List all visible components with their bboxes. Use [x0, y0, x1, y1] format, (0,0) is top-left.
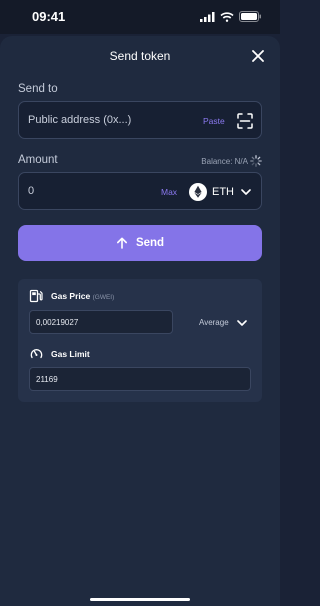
chevron-down-icon	[237, 320, 247, 326]
scan-qr-icon[interactable]	[237, 113, 253, 129]
gas-speed-selector[interactable]: Average	[199, 317, 254, 331]
speedometer-icon	[30, 349, 43, 359]
gas-limit-value: 21169	[36, 375, 58, 384]
status-icons	[200, 11, 262, 22]
balance-text: Balance: N/A	[201, 157, 248, 166]
signal-icon	[200, 11, 215, 22]
gas-price-value: 0,00219027	[36, 318, 79, 327]
send-button-label: Send	[135, 237, 165, 249]
send-button[interactable]: Send	[18, 225, 262, 261]
gas-price-label: Gas Price (GWEI)	[51, 291, 114, 301]
send-token-sheet: Send token Send to Public address (0x...…	[0, 36, 280, 606]
status-bar: 09:41	[0, 0, 280, 34]
gas-pump-icon	[29, 289, 43, 303]
sheet-title: Send token	[109, 49, 171, 63]
wifi-icon	[220, 11, 234, 22]
chevron-down-icon	[241, 189, 251, 195]
ethereum-icon	[189, 183, 207, 201]
amount-value: 0	[28, 185, 35, 197]
home-indicator	[90, 598, 190, 601]
gas-settings-panel: Gas Price (GWEI) 0,00219027 Average Gas …	[18, 279, 262, 402]
paste-button[interactable]: Paste	[203, 116, 225, 126]
address-input[interactable]: Public address (0x...) Paste	[18, 101, 262, 139]
status-time: 09:41	[32, 9, 66, 24]
address-placeholder: Public address (0x...)	[28, 114, 132, 126]
gas-limit-input[interactable]: 21169	[29, 367, 251, 391]
gas-price-unit: (GWEI)	[92, 294, 115, 301]
amount-input[interactable]: 0 Max ETH	[18, 172, 262, 210]
battery-icon	[239, 11, 261, 22]
loading-spinner-icon	[250, 155, 262, 167]
gas-price-input[interactable]: 0,00219027	[29, 310, 173, 334]
amount-label: Amount	[18, 154, 58, 166]
token-selector[interactable]: ETH	[189, 182, 259, 202]
max-button[interactable]: Max	[161, 187, 177, 197]
gas-limit-label: Gas Limit	[51, 349, 90, 359]
token-symbol: ETH	[212, 186, 234, 198]
close-icon[interactable]	[250, 48, 266, 64]
gas-speed-value: Average	[199, 318, 229, 327]
send-to-label: Send to	[18, 83, 58, 95]
arrow-up-icon	[116, 237, 127, 249]
gas-price-label-text: Gas Price	[51, 291, 91, 301]
